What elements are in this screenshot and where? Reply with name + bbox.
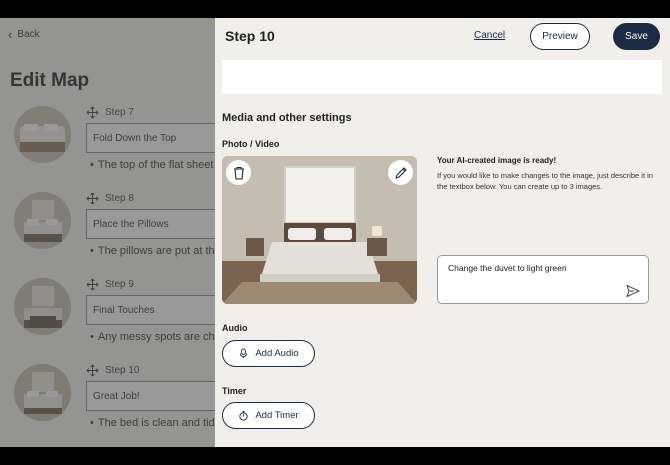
back-label: Back	[17, 29, 40, 40]
step-item[interactable]: Step 7 Fold Down the Top The top of the …	[0, 106, 215, 192]
step-thumbnail	[14, 278, 71, 335]
ai-instructions: If you would like to make changes to the…	[437, 171, 653, 191]
pencil-icon	[394, 166, 407, 179]
step-header: Step 8	[86, 192, 134, 205]
ai-generated-image[interactable]	[222, 156, 417, 304]
timer-label: Timer	[222, 386, 247, 396]
page-title: Edit Map	[10, 70, 90, 91]
prompt-text: Change the duvet to light green	[448, 263, 567, 273]
step-description: Any messy spots are ch	[90, 331, 215, 343]
photo-label: Photo / Video	[222, 139, 280, 149]
chevron-left-icon: ‹	[8, 26, 13, 42]
step-item[interactable]: Step 9 Final Touches Any messy spots are…	[0, 278, 215, 364]
step-description: The pillows are put at th	[90, 245, 215, 257]
step-label: Step 10	[105, 365, 140, 376]
step-label: Step 7	[105, 107, 134, 118]
stopwatch-icon	[239, 410, 248, 421]
move-arrows-icon[interactable]	[86, 278, 99, 291]
add-audio-label: Add Audio	[255, 348, 299, 359]
step-description: The bed is clean and tid	[90, 417, 215, 429]
audio-label: Audio	[222, 323, 248, 333]
step-header: Step 7	[86, 106, 134, 119]
image-prompt-input[interactable]: Change the duvet to light green	[437, 255, 649, 304]
step-title-input[interactable]: Great Job!	[86, 381, 215, 411]
step-item[interactable]: Step 8 Place the Pillows The pillows are…	[0, 192, 215, 278]
step-title-input[interactable]: Place the Pillows	[86, 209, 215, 239]
section-title: Media and other settings	[222, 112, 352, 124]
add-timer-button[interactable]: Add Timer	[222, 402, 315, 429]
step-thumbnail	[14, 106, 71, 163]
panel-title: Step 10	[225, 28, 275, 44]
step-item[interactable]: Step 10 Great Job! The bed is clean and …	[0, 364, 215, 447]
trash-icon	[233, 166, 244, 180]
description-field[interactable]	[222, 60, 662, 94]
edit-image-button[interactable]	[388, 160, 413, 185]
step-thumbnail	[14, 192, 71, 249]
save-button[interactable]: Save	[613, 23, 660, 50]
send-icon[interactable]	[626, 284, 640, 298]
microphone-icon	[240, 348, 248, 359]
edit-map-page: ‹ Back Edit Map Step 7 Fold Down the Top…	[0, 18, 215, 447]
step-description: The top of the flat sheet	[90, 159, 214, 171]
device-top-bar	[0, 0, 670, 18]
step-thumbnail	[14, 364, 71, 421]
step-header: Step 9	[86, 278, 134, 291]
move-arrows-icon[interactable]	[86, 364, 99, 377]
step-title-input[interactable]: Fold Down the Top	[86, 123, 215, 153]
move-arrows-icon[interactable]	[86, 192, 99, 205]
step-title-input[interactable]: Final Touches	[86, 295, 215, 325]
step-label: Step 8	[105, 193, 134, 204]
cancel-button[interactable]: Cancel	[474, 30, 505, 41]
back-button[interactable]: ‹ Back	[8, 26, 40, 42]
step-label: Step 9	[105, 279, 134, 290]
ai-ready-heading: Your AI-created image is ready!	[437, 156, 557, 165]
add-audio-button[interactable]: Add Audio	[222, 340, 315, 367]
add-timer-label: Add Timer	[255, 410, 299, 421]
move-arrows-icon[interactable]	[86, 106, 99, 119]
step-edit-panel: Step 10 Cancel Preview Save Media and ot…	[215, 18, 670, 447]
step-header: Step 10	[86, 364, 139, 377]
delete-image-button[interactable]	[226, 160, 251, 185]
device-bottom-bar	[0, 447, 670, 465]
preview-button[interactable]: Preview	[530, 23, 590, 50]
